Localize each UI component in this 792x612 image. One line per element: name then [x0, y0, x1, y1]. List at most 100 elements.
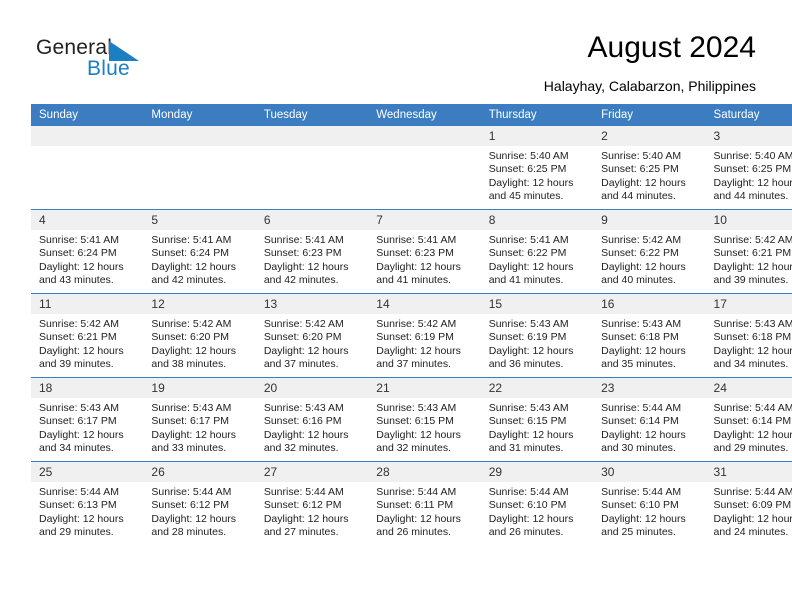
day-details: Sunrise: 5:43 AM Sunset: 6:15 PM Dayligh… [481, 398, 593, 456]
day-cell[interactable]: 29 Sunrise: 5:44 AM Sunset: 6:10 PM Dayl… [480, 461, 594, 545]
day-cell[interactable]: 8 Sunrise: 5:41 AM Sunset: 6:22 PM Dayli… [480, 209, 594, 294]
daylight-text: Daylight: 12 hours and 43 minutes. [39, 260, 124, 287]
day-number: 14 [368, 294, 481, 314]
day-cell[interactable]: 20 Sunrise: 5:43 AM Sunset: 6:16 PM Dayl… [255, 377, 369, 462]
day-cell[interactable]: 4 Sunrise: 5:41 AM Sunset: 6:24 PM Dayli… [31, 209, 144, 294]
day-details: Sunrise: 5:42 AM Sunset: 6:19 PM Dayligh… [368, 314, 480, 372]
day-cell[interactable] [31, 126, 144, 210]
day-cell[interactable]: 27 Sunrise: 5:44 AM Sunset: 6:12 PM Dayl… [255, 461, 369, 545]
day-cell[interactable]: 12 Sunrise: 5:42 AM Sunset: 6:20 PM Dayl… [143, 293, 256, 378]
calendar-week-row: 18 Sunrise: 5:43 AM Sunset: 6:17 PM Dayl… [31, 377, 792, 462]
daylight-text: Daylight: 12 hours and 27 minutes. [263, 512, 349, 539]
day-cell[interactable]: 19 Sunrise: 5:43 AM Sunset: 6:17 PM Dayl… [143, 377, 256, 462]
day-cell[interactable]: 14 Sunrise: 5:42 AM Sunset: 6:19 PM Dayl… [368, 293, 481, 378]
sunrise-text: Sunrise: 5:41 AM [488, 234, 569, 246]
day-cell[interactable]: 22 Sunrise: 5:43 AM Sunset: 6:15 PM Dayl… [480, 377, 594, 462]
sunrise-text: Sunrise: 5:41 AM [376, 234, 457, 246]
day-number: 5 [143, 210, 256, 230]
daylight-text: Daylight: 12 hours and 33 minutes. [151, 428, 237, 455]
day-number: 26 [143, 462, 256, 482]
weekday-thursday: Thursday [480, 104, 594, 126]
sunrise-text: Sunrise: 5:44 AM [39, 486, 119, 498]
sunset-text: Sunset: 6:12 PM [151, 499, 230, 512]
day-cell[interactable]: 23 Sunrise: 5:44 AM Sunset: 6:14 PM Dayl… [593, 377, 706, 462]
day-number: 30 [593, 462, 706, 482]
sunset-text: Sunset: 6:21 PM [39, 331, 117, 344]
day-number: 24 [705, 378, 792, 398]
day-cell[interactable]: 17 Sunrise: 5:43 AM Sunset: 6:18 PM Dayl… [705, 293, 792, 378]
sunrise-text: Sunrise: 5:43 AM [488, 318, 569, 330]
sunset-text: Sunset: 6:22 PM [601, 247, 679, 260]
daylight-text: Daylight: 12 hours and 28 minutes. [151, 512, 237, 539]
day-details: Sunrise: 5:44 AM Sunset: 6:14 PM Dayligh… [706, 398, 792, 456]
daylight-text: Daylight: 12 hours and 26 minutes. [488, 512, 574, 539]
sunset-text: Sunset: 6:20 PM [151, 331, 230, 344]
day-number: 17 [705, 294, 792, 314]
day-details: Sunrise: 5:43 AM Sunset: 6:15 PM Dayligh… [368, 398, 480, 456]
sunrise-text: Sunrise: 5:42 AM [263, 318, 344, 330]
sunset-text: Sunset: 6:13 PM [39, 499, 117, 512]
calendar-table: Sunday Monday Tuesday Wednesday Thursday… [31, 104, 792, 545]
day-cell[interactable]: 7 Sunrise: 5:41 AM Sunset: 6:23 PM Dayli… [368, 209, 481, 294]
daylight-text: Daylight: 12 hours and 32 minutes. [376, 428, 461, 455]
sunset-text: Sunset: 6:25 PM [601, 163, 679, 176]
daylight-text: Daylight: 12 hours and 45 minutes. [488, 176, 574, 203]
day-cell[interactable]: 5 Sunrise: 5:41 AM Sunset: 6:24 PM Dayli… [143, 209, 256, 294]
day-number: 7 [368, 210, 481, 230]
sunset-text: Sunset: 6:15 PM [376, 415, 454, 428]
sunrise-text: Sunrise: 5:40 AM [601, 150, 682, 162]
day-details: Sunrise: 5:44 AM Sunset: 6:13 PM Dayligh… [31, 482, 143, 540]
day-number [255, 126, 369, 146]
daylight-text: Daylight: 12 hours and 40 minutes. [601, 260, 686, 287]
day-cell[interactable] [368, 126, 481, 210]
weekday-row: Sunday Monday Tuesday Wednesday Thursday… [31, 104, 792, 126]
sunset-text: Sunset: 6:19 PM [376, 331, 454, 344]
calendar-page: General Blue August 2024 Halayhay, Calab… [0, 0, 792, 612]
daylight-text: Daylight: 12 hours and 38 minutes. [151, 344, 237, 371]
day-details: Sunrise: 5:42 AM Sunset: 6:21 PM Dayligh… [31, 314, 143, 372]
day-cell[interactable]: 2 Sunrise: 5:40 AM Sunset: 6:25 PM Dayli… [593, 126, 706, 210]
day-number: 6 [255, 210, 369, 230]
day-number [31, 126, 144, 146]
day-cell[interactable]: 9 Sunrise: 5:42 AM Sunset: 6:22 PM Dayli… [593, 209, 706, 294]
daylight-text: Daylight: 12 hours and 42 minutes. [263, 260, 349, 287]
day-cell[interactable]: 30 Sunrise: 5:44 AM Sunset: 6:10 PM Dayl… [593, 461, 706, 545]
day-cell[interactable]: 10 Sunrise: 5:42 AM Sunset: 6:21 PM Dayl… [705, 209, 792, 294]
day-cell[interactable]: 28 Sunrise: 5:44 AM Sunset: 6:11 PM Dayl… [368, 461, 481, 545]
day-number: 2 [593, 126, 706, 146]
day-cell[interactable]: 3 Sunrise: 5:40 AM Sunset: 6:25 PM Dayli… [705, 126, 792, 210]
sunrise-text: Sunrise: 5:43 AM [263, 402, 344, 414]
daylight-text: Daylight: 12 hours and 36 minutes. [488, 344, 574, 371]
day-cell[interactable] [143, 126, 256, 210]
day-cell[interactable]: 11 Sunrise: 5:42 AM Sunset: 6:21 PM Dayl… [31, 293, 144, 378]
sunset-text: Sunset: 6:20 PM [263, 331, 342, 344]
day-details: Sunrise: 5:41 AM Sunset: 6:24 PM Dayligh… [31, 230, 143, 288]
day-cell[interactable]: 16 Sunrise: 5:43 AM Sunset: 6:18 PM Dayl… [593, 293, 706, 378]
day-cell[interactable]: 18 Sunrise: 5:43 AM Sunset: 6:17 PM Dayl… [31, 377, 144, 462]
day-cell[interactable]: 24 Sunrise: 5:44 AM Sunset: 6:14 PM Dayl… [705, 377, 792, 462]
day-details: Sunrise: 5:44 AM Sunset: 6:12 PM Dayligh… [143, 482, 255, 540]
sunset-text: Sunset: 6:10 PM [488, 499, 567, 512]
calendar-week-row: 11 Sunrise: 5:42 AM Sunset: 6:21 PM Dayl… [31, 293, 792, 378]
day-number: 29 [480, 462, 594, 482]
weekday-monday: Monday [143, 104, 256, 126]
day-cell[interactable]: 13 Sunrise: 5:42 AM Sunset: 6:20 PM Dayl… [255, 293, 369, 378]
day-cell[interactable]: 21 Sunrise: 5:43 AM Sunset: 6:15 PM Dayl… [368, 377, 481, 462]
day-cell[interactable]: 26 Sunrise: 5:44 AM Sunset: 6:12 PM Dayl… [143, 461, 256, 545]
daylight-text: Daylight: 12 hours and 42 minutes. [151, 260, 237, 287]
day-number: 16 [593, 294, 706, 314]
day-cell[interactable]: 6 Sunrise: 5:41 AM Sunset: 6:23 PM Dayli… [255, 209, 369, 294]
day-cell[interactable]: 25 Sunrise: 5:44 AM Sunset: 6:13 PM Dayl… [31, 461, 144, 545]
day-details: Sunrise: 5:43 AM Sunset: 6:17 PM Dayligh… [143, 398, 255, 456]
day-number [143, 126, 256, 146]
day-number: 8 [480, 210, 594, 230]
day-cell[interactable]: 1 Sunrise: 5:40 AM Sunset: 6:25 PM Dayli… [480, 126, 594, 210]
brand-name-blue: Blue [87, 57, 130, 80]
day-cell[interactable] [255, 126, 369, 210]
day-cell[interactable]: 15 Sunrise: 5:43 AM Sunset: 6:19 PM Dayl… [480, 293, 594, 378]
sunset-text: Sunset: 6:25 PM [713, 163, 792, 176]
day-details: Sunrise: 5:41 AM Sunset: 6:24 PM Dayligh… [143, 230, 255, 288]
sunset-text: Sunset: 6:16 PM [263, 415, 342, 428]
day-cell[interactable]: 31 Sunrise: 5:44 AM Sunset: 6:09 PM Dayl… [705, 461, 792, 545]
brand-logo[interactable]: General Blue [36, 36, 156, 84]
